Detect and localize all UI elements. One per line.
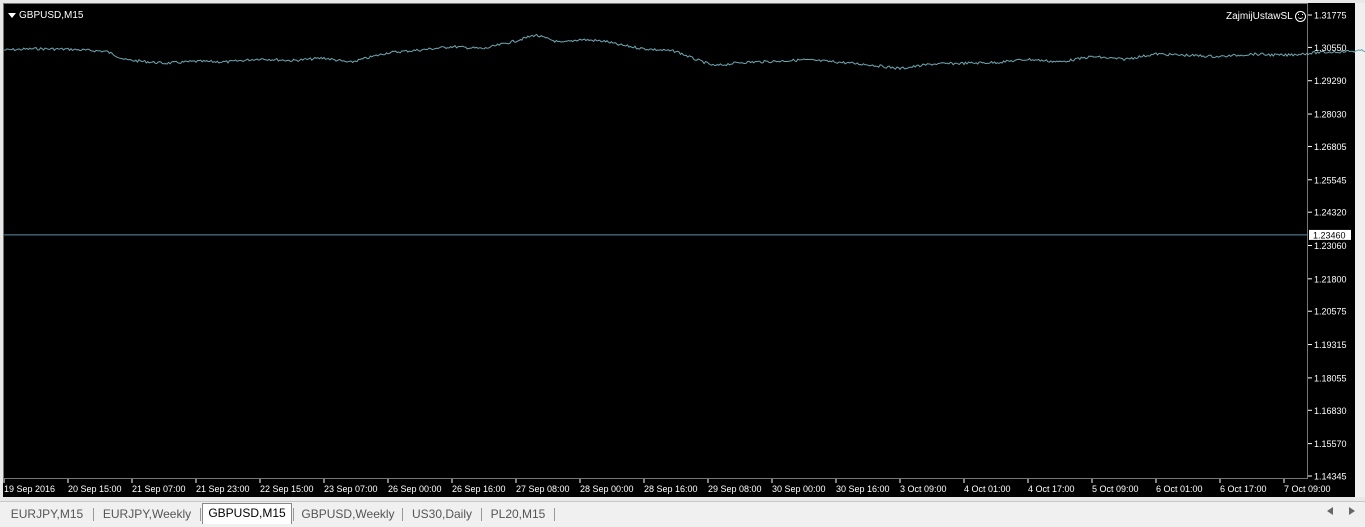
time-tick-label: 4 Oct 17:00 (1028, 484, 1075, 494)
time-tick-labels: 19 Sep 2016 20 Sep 15:00 21 Sep 07:00 21 Se… (3, 479, 1331, 494)
time-tick-label: 21 Sep 23:00 (196, 484, 250, 494)
price-tick-label: 1.23060 (1314, 241, 1347, 251)
tab-separator (293, 508, 294, 521)
tab-us30-daily[interactable]: US30,Daily (404, 504, 480, 524)
price-tick-label: 1.20575 (1314, 307, 1347, 317)
expert-name: ZajmijUstawSL (1226, 10, 1293, 22)
time-tick-label: 6 Oct 17:00 (1220, 484, 1267, 494)
time-tick-label: 4 Oct 01:00 (964, 484, 1011, 494)
time-tick-label: 5 Oct 09:00 (1092, 484, 1139, 494)
time-tick-label: 30 Sep 16:00 (836, 484, 890, 494)
price-tick-label: 1.14345 (1314, 472, 1347, 482)
price-tick-label: 1.26805 (1314, 142, 1347, 152)
price-tick-label: 1.15570 (1314, 439, 1347, 449)
tab-gbpusd-m15[interactable]: GBPUSD,M15 (202, 503, 292, 524)
time-tick-label: 29 Sep 08:00 (708, 484, 762, 494)
time-tick-label: 6 Oct 01:00 (1156, 484, 1203, 494)
time-tick-label: 27 Sep 08:00 (516, 484, 570, 494)
price-tick-label: 1.18055 (1314, 373, 1347, 383)
time-tick-label: 26 Sep 00:00 (388, 484, 442, 494)
tab-separator (402, 508, 403, 521)
chart-svg: 1.317751.305501.292901.280301.268051.255… (3, 11, 1365, 494)
tab-scroll-right-icon[interactable] (1349, 507, 1355, 515)
tab-scroll-left-icon[interactable] (1327, 507, 1333, 515)
chart-symbol-label: GBPUSD,M15 (19, 9, 84, 21)
smiley-icon (1294, 10, 1306, 22)
time-tick-label: 3 Oct 09:00 (900, 484, 947, 494)
time-tick-label: 28 Sep 00:00 (580, 484, 634, 494)
price-tick-label: 1.28030 (1314, 110, 1347, 120)
time-tick-label: 21 Sep 07:00 (132, 484, 186, 494)
time-tick-label: 19 Sep 2016 (4, 484, 55, 494)
time-tick-label: 26 Sep 16:00 (452, 484, 506, 494)
price-tick-label: 1.25545 (1314, 175, 1347, 185)
price-tick-label: 1.31775 (1314, 11, 1347, 21)
tab-separator (554, 508, 555, 521)
expert-advisor-label[interactable]: ZajmijUstawSL (1226, 9, 1306, 23)
chart-window: 1.31775 1.30550 1.29290 1.28030 1.26805 1.255… (0, 0, 1365, 501)
chart-menu-triangle-icon[interactable] (8, 12, 16, 18)
chart-title: GBPUSD,M15 (8, 8, 83, 22)
time-tick-label: 28 Sep 16:00 (644, 484, 698, 494)
tab-separator (200, 508, 201, 521)
tab-pl20-m15[interactable]: PL20,M15 (483, 504, 553, 524)
time-tick-label: 22 Sep 15:00 (260, 484, 314, 494)
time-tick-label: 30 Sep 00:00 (772, 484, 826, 494)
tab-separator (481, 508, 482, 521)
price-tick-label: 1.19315 (1314, 340, 1347, 350)
price-tick-labels: 1.317751.305501.292901.280301.268051.255… (1308, 11, 1347, 482)
tab-separator (93, 508, 94, 521)
time-tick-label: 7 Oct 09:00 (1284, 484, 1331, 494)
price-series-line (3, 33, 1365, 71)
tab-gbpusd-weekly[interactable]: GBPUSD,Weekly (295, 504, 401, 524)
chart-tabs-bar: EURJPY,M15 EURJPY,Weekly GBPUSD,M15 GBPUSD,… (0, 501, 1365, 527)
price-tick-label: 1.21800 (1314, 274, 1347, 284)
price-tick-label: 1.16830 (1314, 406, 1347, 416)
price-tick-label: 1.24320 (1314, 208, 1347, 218)
tab-eurjpy-m15[interactable]: EURJPY,M15 (2, 504, 92, 524)
price-tick-label: 1.29290 (1314, 76, 1347, 86)
tab-eurjpy-weekly[interactable]: EURJPY,Weekly (95, 504, 199, 524)
time-tick-label: 20 Sep 15:00 (68, 484, 122, 494)
current-price-label: 1.23460 (1313, 230, 1346, 240)
time-tick-label: 23 Sep 07:00 (324, 484, 378, 494)
